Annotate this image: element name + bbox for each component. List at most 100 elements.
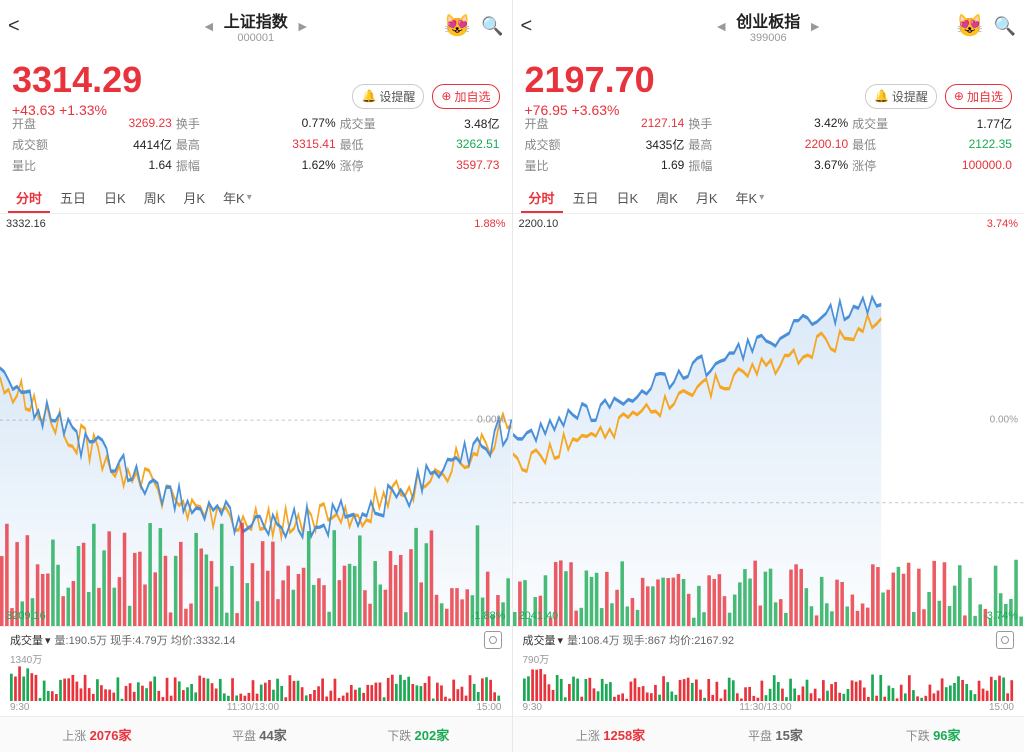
main-panels: < ◄ 上证指数 000001 ► 😻 🔍 3314.29 +43.63 +1.… bbox=[0, 0, 1024, 752]
chart-label-zero: 0.00% bbox=[477, 414, 505, 425]
up-label: 上涨 bbox=[62, 729, 89, 743]
tab-五日[interactable]: 五日 bbox=[565, 184, 607, 213]
stat-item: 成交额 3435亿 bbox=[525, 136, 685, 153]
stat-item: 振幅 1.62% bbox=[176, 157, 336, 174]
stat-label: 量比 bbox=[12, 157, 36, 174]
tabs: 分时五日日K周K月K 年K ▾ bbox=[0, 180, 512, 214]
down-value: 202家 bbox=[415, 728, 450, 743]
time-close: 15:00 bbox=[476, 702, 501, 713]
back-button[interactable]: < bbox=[8, 15, 20, 38]
header-title-block: 上证指数 000001 bbox=[224, 8, 288, 44]
flat-label: 平盘 bbox=[232, 729, 259, 743]
tab-周K[interactable]: 周K bbox=[136, 184, 174, 213]
down-value: 96家 bbox=[933, 728, 960, 743]
flat-value: 44家 bbox=[259, 728, 286, 743]
flat-label: 平盘 bbox=[748, 729, 775, 743]
header-nav: ◄ 上证指数 000001 ► bbox=[202, 8, 310, 44]
stat-label: 涨停 bbox=[852, 157, 876, 174]
stat-value: 3262.51 bbox=[456, 137, 499, 151]
time-close: 15:00 bbox=[989, 702, 1014, 713]
volume-label: 成交量 bbox=[523, 632, 556, 648]
tab-分时[interactable]: 分时 bbox=[8, 184, 50, 213]
tab-周K[interactable]: 周K bbox=[648, 184, 686, 213]
alert-button[interactable]: 🔔 设提醒 bbox=[352, 84, 424, 109]
index-code: 000001 bbox=[224, 32, 288, 44]
header-chinext: < ◄ 创业板指 399006 ► 😻 🔍 bbox=[513, 0, 1024, 52]
stat-label: 成交额 bbox=[12, 136, 48, 153]
tab-label-arrow: 年K ▾ bbox=[736, 188, 765, 207]
stat-item: 最高 2200.10 bbox=[688, 136, 848, 153]
volume-arrow: ▾ bbox=[558, 634, 564, 647]
tab-dropdown-arrow: ▾ bbox=[759, 192, 764, 203]
flat-count: 平盘 15家 bbox=[748, 725, 803, 744]
chart-label-pct-low: -1.88% bbox=[471, 610, 506, 622]
alert-label: 设提醒 bbox=[379, 88, 415, 105]
search-icon[interactable]: 🔍 bbox=[481, 16, 503, 37]
stat-value: 4414亿 bbox=[133, 136, 172, 153]
up-value: 2076家 bbox=[90, 728, 132, 743]
bottom-stats: 上涨 1258家 平盘 15家 下跌 96家 bbox=[513, 716, 1024, 752]
volume-dropdown[interactable]: 成交量 ▾ bbox=[523, 632, 564, 648]
stat-value: 1.62% bbox=[302, 158, 336, 172]
volume-header-left: 成交量 ▾ 量:108.4万 现手:867 均价:2167.92 bbox=[523, 632, 734, 648]
next-arrow[interactable]: ► bbox=[296, 18, 310, 34]
volume-times: 9:30 11:30/13:00 15:00 bbox=[10, 701, 502, 714]
time-mid: 11:30/13:00 bbox=[739, 702, 791, 713]
volume-dropdown[interactable]: 成交量 ▾ bbox=[10, 632, 51, 648]
volume-label: 成交量 bbox=[10, 632, 43, 648]
index-code: 399006 bbox=[736, 32, 800, 44]
watchlist-button[interactable]: ⊕ 加自选 bbox=[432, 84, 499, 109]
stat-item: 最低 3262.51 bbox=[340, 136, 500, 153]
tab-月K[interactable]: 月K bbox=[688, 184, 726, 213]
prev-arrow[interactable]: ◄ bbox=[202, 18, 216, 34]
emoji-icon[interactable]: 😻 bbox=[956, 13, 983, 39]
down-label: 下跌 bbox=[387, 729, 414, 743]
chart-label-high: 3332.16 bbox=[6, 218, 46, 230]
stat-item: 量比 1.69 bbox=[525, 157, 685, 174]
header-title-block: 创业板指 399006 bbox=[736, 8, 800, 44]
tab-月K[interactable]: 月K bbox=[175, 184, 213, 213]
chart-area: 2200.10 3.74% 0.00% 2041.40 -3.74% bbox=[513, 214, 1024, 626]
stat-value: 1.64 bbox=[148, 158, 171, 172]
tab-年K[interactable]: 年K ▾ bbox=[215, 184, 260, 213]
tab-日K[interactable]: 日K bbox=[96, 184, 134, 213]
stat-item: 最低 2122.35 bbox=[852, 136, 1012, 153]
tab-分时[interactable]: 分时 bbox=[521, 184, 563, 213]
screenshot-button[interactable] bbox=[484, 631, 502, 649]
next-arrow[interactable]: ► bbox=[808, 18, 822, 34]
tab-年K[interactable]: 年K ▾ bbox=[728, 184, 773, 213]
chart-label-zero: 0.00% bbox=[990, 414, 1018, 425]
stat-value: 3315.41 bbox=[292, 137, 335, 151]
tab-五日[interactable]: 五日 bbox=[52, 184, 94, 213]
stat-item: 最高 3315.41 bbox=[176, 136, 336, 153]
bell-icon: 🔔 bbox=[361, 89, 376, 103]
tab-label-arrow: 年K ▾ bbox=[223, 188, 252, 207]
volume-section: 成交量 ▾ 量:190.5万 现手:4.79万 均价:3332.14 1340万… bbox=[0, 626, 512, 716]
prev-arrow[interactable]: ◄ bbox=[714, 18, 728, 34]
header-icons: 😻 🔍 bbox=[956, 13, 1016, 39]
flat-value: 15家 bbox=[775, 728, 802, 743]
chart-label-high: 2200.10 bbox=[519, 218, 559, 230]
tab-dropdown-arrow: ▾ bbox=[247, 192, 252, 203]
back-button[interactable]: < bbox=[521, 15, 533, 38]
down-count: 下跌 96家 bbox=[906, 725, 961, 744]
volume-header-left: 成交量 ▾ 量:190.5万 现手:4.79万 均价:3332.14 bbox=[10, 632, 236, 648]
stat-label: 成交额 bbox=[525, 136, 561, 153]
stat-value: 3.67% bbox=[814, 158, 848, 172]
stat-item: 振幅 3.67% bbox=[688, 157, 848, 174]
emoji-icon[interactable]: 😻 bbox=[444, 13, 471, 39]
alert-button[interactable]: 🔔 设提醒 bbox=[865, 84, 937, 109]
panel-shanghai: < ◄ 上证指数 000001 ► 😻 🔍 3314.29 +43.63 +1.… bbox=[0, 0, 513, 752]
search-icon[interactable]: 🔍 bbox=[994, 16, 1016, 37]
tab-日K[interactable]: 日K bbox=[609, 184, 647, 213]
time-open: 9:30 bbox=[523, 702, 542, 713]
stat-value: 100000.0 bbox=[962, 158, 1012, 172]
volume-chart: 1340万 bbox=[10, 651, 502, 701]
volume-stats: 量:108.4万 现手:867 均价:2167.92 bbox=[567, 632, 734, 648]
volume-arrow: ▾ bbox=[45, 634, 51, 647]
stat-item: 涨停 100000.0 bbox=[852, 157, 1012, 174]
up-count: 上涨 1258家 bbox=[576, 725, 645, 744]
watchlist-button[interactable]: ⊕ 加自选 bbox=[945, 84, 1012, 109]
screenshot-button[interactable] bbox=[996, 631, 1014, 649]
chart-area: 3332.16 1.88% 0.00% 3209.16 -1.88% bbox=[0, 214, 512, 626]
